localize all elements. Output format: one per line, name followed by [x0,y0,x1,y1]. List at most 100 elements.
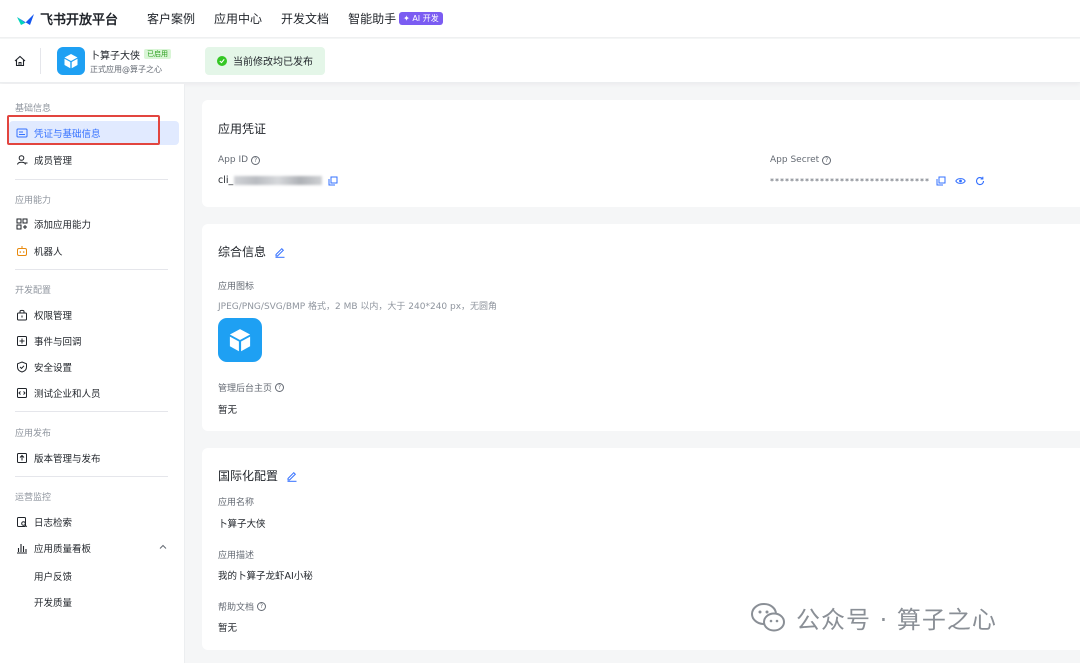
sidebar-item-test-tenants[interactable]: 测试企业和人员 [9,381,179,405]
sidebar-item-label: 测试企业和人员 [34,389,101,400]
wechat-icon [751,602,785,631]
edit-icon[interactable] [286,470,298,482]
general-info-title-row: 综合信息 [218,243,286,260]
help-icon[interactable]: ? [251,155,261,165]
code-box-icon [16,387,28,399]
cube-icon [64,53,78,68]
header-divider [40,47,41,74]
section-title-release: 应用发布 [15,429,52,439]
cube-icon [229,329,251,352]
brand-logo[interactable]: 飞书开放平台 [16,9,118,28]
sidebar-item-versions[interactable]: 版本管理与发布 [9,446,179,470]
watermark-text: 公众号 · 算子之心 [796,606,997,634]
divider [15,269,168,270]
home-button[interactable] [0,55,40,67]
highlight-box [7,115,160,145]
section-title-monitoring: 运营监控 [15,493,52,503]
app-icon-hint: JPEG/PNG/SVG/BMP 格式，2 MB 以内，大于 240*240 p… [218,302,498,312]
divider [15,179,168,180]
sidebar-subitem-dev-quality[interactable]: 开发质量 [34,595,72,609]
app-id-value: cli_ [218,175,234,186]
help-icon[interactable]: ? [275,383,285,392]
general-info-card: 综合信息 应用图标 JPEG/PNG/SVG/BMP 格式，2 MB 以内，大于… [202,224,1080,431]
app-secret-row: ******************************** [770,176,985,186]
sidebar: 基础信息 凭证与基础信息 成员管理 应用能力 添加应用能力 机器人 开发配置 权… [0,84,185,663]
section-title-capabilities: 应用能力 [15,196,52,206]
sidebar-subitem-feedback[interactable]: 用户反馈 [34,569,72,583]
home-icon [14,55,26,66]
help-icon[interactable]: ? [822,155,832,165]
sidebar-item-label: 机器人 [34,247,63,258]
section-title-dev-config: 开发配置 [15,286,52,296]
nav-app-center[interactable]: 应用中心 [214,10,262,27]
sidebar-item-bot[interactable]: 机器人 [9,239,179,263]
admin-home-label-text: 管理后台主页 [218,384,273,394]
copy-icon[interactable] [936,176,946,186]
app-name: 卜算子大侠 [90,50,140,62]
nav-dev-docs[interactable]: 开发文档 [281,10,329,27]
nav-cases[interactable]: 客户案例 [147,10,195,27]
ai-dev-badge[interactable]: ✦ AI 开发 [399,12,443,25]
copy-icon[interactable] [328,176,338,186]
credentials-card: 应用凭证 App ID ? cli_ App Secret ? ********… [202,100,1080,207]
upload-box-icon [16,452,28,464]
sidebar-item-label: 安全设置 [34,363,73,374]
grid-plus-icon [16,218,28,230]
robot-icon [16,245,28,257]
sidebar-item-label: 版本管理与发布 [34,454,101,465]
status-badge: 已启用 [144,49,171,59]
divider [15,476,168,477]
sidebar-item-members[interactable]: 成员管理 [9,148,179,172]
app-secret-label-text: App Secret [770,155,820,165]
app-secret-label: App Secret ? [770,155,832,165]
divider [15,411,168,412]
i18n-title-row: 国际化配置 [218,467,298,484]
app-subtitle: 正式应用@算子之心 [90,64,162,74]
sidebar-item-label: 添加应用能力 [34,220,92,231]
app-avatar [57,46,85,75]
app-name-label: 应用名称 [218,498,255,508]
shield-icon [16,361,28,373]
help-doc-label: 帮助文档 ? [218,600,267,613]
admin-home-value: 暂无 [218,405,238,416]
credentials-title: 应用凭证 [218,122,267,136]
user-icon [16,154,28,166]
sidebar-item-label: 事件与回调 [34,337,82,348]
help-doc-value: 暂无 [218,623,238,634]
brand-name: 飞书开放平台 [40,13,119,28]
sidebar-item-label: 日志检索 [34,518,73,529]
general-info-title: 综合信息 [218,245,267,259]
eye-icon[interactable] [955,176,966,186]
watermark: 公众号 · 算子之心 [750,600,997,635]
publish-status-banner: 当前修改均已发布 [205,46,325,75]
app-icon-label: 应用图标 [218,282,255,292]
section-title-basic: 基础信息 [15,104,52,114]
sidebar-item-logs[interactable]: 日志检索 [9,510,179,534]
sidebar-item-label: 权限管理 [34,311,73,322]
app-secret-value: ******************************** [770,176,930,186]
sidebar-item-permissions[interactable]: 权限管理 [9,303,179,327]
lock-icon [16,309,28,321]
app-icon-upload[interactable] [218,318,262,362]
check-circle-icon [217,55,227,66]
top-navigation: 飞书开放平台 客户案例 应用中心 开发文档 智能助手 ✦ AI 开发 [0,0,1080,38]
sidebar-item-add-capability[interactable]: 添加应用能力 [9,212,179,236]
app-info: 卜算子大侠 已启用 正式应用@算子之心 [90,47,171,75]
sidebar-item-label: 成员管理 [34,156,73,167]
event-icon [16,335,28,347]
sidebar-item-quality-board[interactable]: 应用质量看板 [9,536,179,560]
app-id-row: cli_ [218,175,338,186]
help-icon[interactable]: ? [257,602,267,611]
help-doc-label-text: 帮助文档 [218,603,255,613]
sidebar-item-security[interactable]: 安全设置 [9,355,179,379]
feishu-logo-icon [17,13,34,25]
chevron-up-icon[interactable] [158,542,168,552]
masked-app-id [234,176,323,185]
i18n-title: 国际化配置 [218,469,279,483]
sidebar-item-label: 应用质量看板 [34,544,92,555]
sidebar-item-events[interactable]: 事件与回调 [9,329,179,353]
nav-assistant[interactable]: 智能助手 [348,10,396,27]
app-desc-value: 我的卜算子龙虾AI小秘 [218,571,313,582]
refresh-icon[interactable] [975,176,985,186]
edit-icon[interactable] [274,246,286,258]
